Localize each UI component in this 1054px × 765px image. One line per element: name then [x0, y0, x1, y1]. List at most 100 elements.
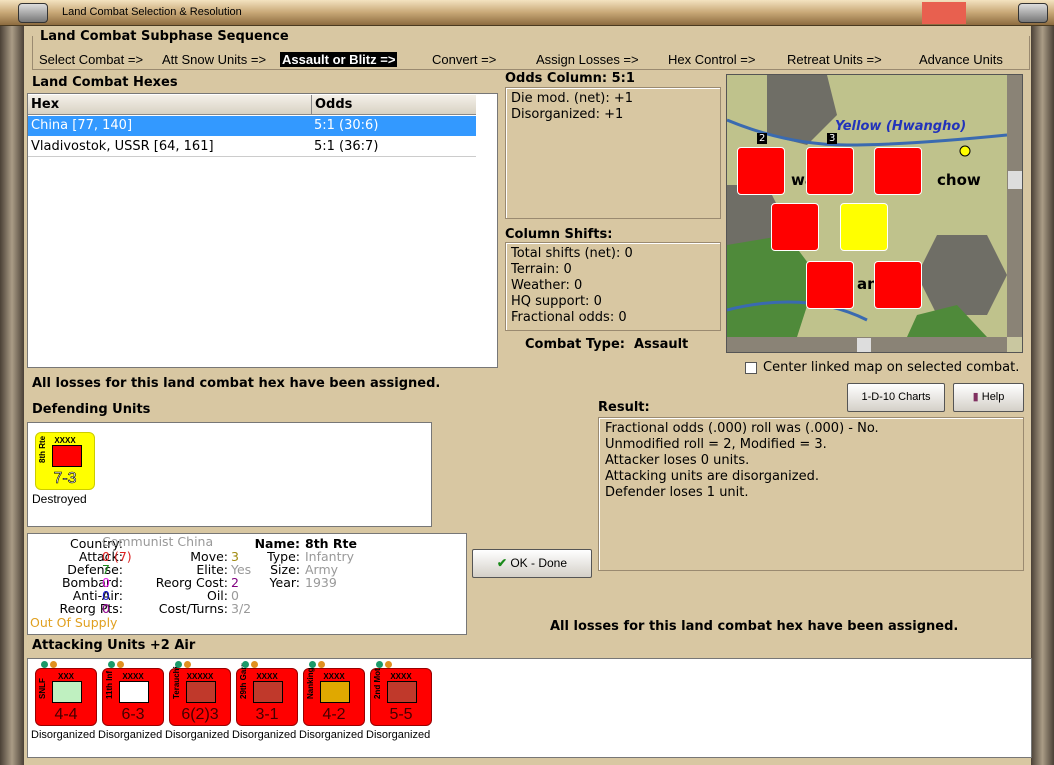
odds-cell: 5:1 (36:7) [314, 139, 379, 154]
linked-map[interactable]: Yellow (Hwangho) wa chow an 2 3 [726, 74, 1023, 353]
window-frame-right [1031, 26, 1054, 765]
shift-weather: Weather: 0 [511, 278, 583, 293]
checkmark-icon: ✔ [496, 556, 507, 570]
city-label: chow [937, 171, 981, 189]
attacker-counter[interactable]: XXXX Nanking 4-2 [303, 667, 365, 726]
window-title: Land Combat Selection & Resolution [62, 6, 242, 18]
table-row[interactable]: China [77, 140] 5:1 (30:6) [28, 116, 476, 136]
odds-cell: 5:1 (30:6) [314, 118, 379, 133]
unit-value: 4-2 [322, 706, 346, 723]
center-map-label: Center linked map on selected combat. [763, 360, 1020, 375]
stack-count: 2 [757, 133, 768, 144]
unit-status: Disorganized [299, 729, 364, 741]
unit-status: Destroyed [32, 492, 87, 506]
unit-value: 7-3 [53, 470, 77, 488]
year-label: Year: [269, 575, 300, 590]
col-odds[interactable]: Odds [311, 95, 352, 115]
attacker-counter[interactable]: XXXXX Terauchi 6(2)3 [169, 666, 231, 726]
die-mod: Die mod. (net): +1 [511, 91, 634, 106]
title-bar: Land Combat Selection & Resolution [0, 0, 1054, 26]
book-icon: ▮ [972, 391, 979, 403]
combat-type-value: Assault [634, 337, 689, 352]
status-dot-icon [184, 661, 191, 668]
status-dot-icon [376, 661, 383, 668]
unit-name: 29th Garr [239, 663, 248, 699]
map-unit-counter[interactable] [771, 203, 819, 251]
map-vscrollbar[interactable] [1007, 75, 1022, 337]
defending-units-box: XXXX 8th Rte 7-3 Destroyed [27, 422, 432, 527]
step-advance: Advance Units [919, 52, 1003, 67]
status-dot-icon [309, 661, 316, 668]
nation-flag-icon [922, 2, 966, 24]
odds-title: Odds Column: 5:1 [505, 71, 635, 86]
hex-cell: Vladivostok, USSR [64, 161] [31, 139, 214, 154]
shift-total: Total shifts (net): 0 [511, 246, 633, 261]
unit-name: 2nd Mot [373, 668, 382, 699]
attacker-counter[interactable]: XXXX 2nd Mot 5-5 [370, 668, 432, 726]
step-assault-current: Assault or Blitz => [280, 52, 398, 67]
status-dot-icon [50, 661, 57, 668]
air-unit-counter[interactable] [737, 147, 785, 195]
attacker-counter[interactable]: XXX SNLF 4-4 [35, 668, 97, 726]
year-value: 1939 [305, 575, 337, 590]
unit-status: Disorganized [31, 729, 96, 741]
status-dot-icon [251, 661, 258, 668]
result-title: Result: [598, 400, 650, 415]
status-dot-icon [318, 661, 325, 668]
unit-value: 6(2)3 [181, 706, 219, 723]
result-line: Defender loses 1 unit. [605, 485, 749, 500]
map-unit-counter[interactable] [874, 147, 922, 195]
result-line: Attacker loses 0 units. [605, 453, 750, 468]
unit-name: SNLF [38, 678, 47, 699]
losses-message: All losses for this land combat hex have… [32, 376, 441, 391]
result-line: Unmodified roll = 2, Modified = 3. [605, 437, 827, 452]
unit-value: 5-5 [389, 706, 413, 723]
attacker-counter[interactable]: XXXX 29th Garr 3-1 [236, 663, 298, 726]
result-box: Fractional odds (.000) roll was (.000) -… [598, 417, 1024, 571]
unit-symbol-icon [119, 681, 149, 703]
attacking-units-box: XXX SNLF 4-4 Disorganized XXXX 11th Inf 6-… [27, 658, 1032, 758]
shifts-box: Total shifts (net): 0 Terrain: 0 Weather… [505, 242, 721, 331]
unit-name: 8th Rte [38, 435, 47, 463]
stack-count: 3 [827, 133, 838, 144]
map-unit-counter[interactable] [806, 261, 854, 309]
step-convert: Convert => [432, 52, 497, 67]
map-hscrollbar[interactable] [727, 337, 1007, 352]
table-row[interactable]: Vladivostok, USSR [64, 161] 5:1 (36:7) [28, 137, 476, 157]
center-map-checkbox[interactable] [745, 362, 757, 374]
close-button[interactable] [1018, 3, 1048, 23]
vscroll-thumb[interactable] [1008, 171, 1022, 189]
ok-label: OK - Done [510, 556, 568, 570]
disorganized-mod: Disorganized: +1 [511, 107, 624, 122]
unit-info-box: Country: Communist China Attack: 0 (7) D… [27, 533, 467, 635]
reorgpts-value: 0 [102, 601, 110, 616]
hscroll-thumb[interactable] [857, 338, 871, 352]
combat-type: Combat Type: Assault [525, 337, 688, 352]
help-button[interactable]: ▮ Help [953, 383, 1024, 412]
costturns-label: Cost/Turns: [158, 601, 228, 616]
map-unit-counter[interactable] [874, 261, 922, 309]
unit-name: 11th Inf [105, 670, 114, 699]
shift-hq: HQ support: 0 [511, 294, 602, 309]
status-dot-icon [385, 661, 392, 668]
step-hex-control: Hex Control => [668, 52, 756, 67]
unit-symbol-icon [253, 681, 283, 703]
defender-map-counter[interactable] [840, 203, 888, 251]
costturns-value: 3/2 [231, 601, 252, 616]
collapse-button[interactable] [18, 3, 48, 23]
unit-name: Terauchi [172, 666, 181, 699]
charts-button[interactable]: 1-D-10 Charts [847, 383, 945, 412]
odds-box: Die mod. (net): +1 Disorganized: +1 [505, 87, 721, 219]
map-unit-counter[interactable] [806, 147, 854, 195]
col-hex[interactable]: Hex [28, 95, 59, 115]
window-frame-left [0, 26, 24, 765]
hexes-table: Hex Odds China [77, 140] 5:1 (30:6) Vlad… [27, 93, 498, 368]
ok-done-button[interactable]: ✔ OK - Done [472, 549, 592, 578]
step-retreat: Retreat Units => [787, 52, 882, 67]
defender-counter[interactable]: XXXX 8th Rte 7-3 [35, 432, 95, 490]
table-header: Hex Odds [28, 95, 476, 115]
unit-symbol-icon [387, 681, 417, 703]
attacker-counter[interactable]: XXXX 11th Inf 6-3 [102, 668, 164, 726]
step-assign-losses: Assign Losses => [536, 52, 639, 67]
status-dot-icon [242, 661, 249, 668]
